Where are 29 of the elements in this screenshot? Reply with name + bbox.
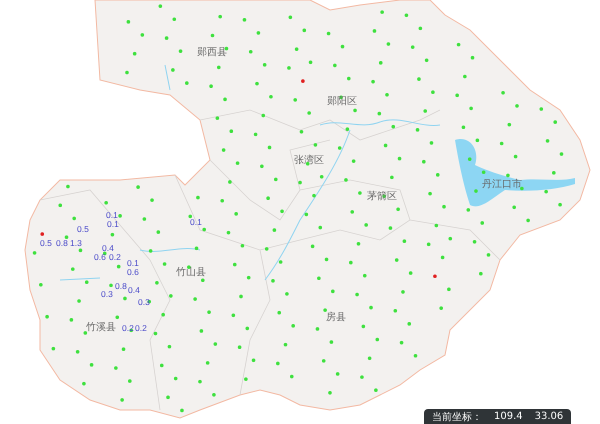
place-label: 郧阳区 [327,96,357,107]
place-label: 竹溪县 [86,322,116,333]
value-label: 0.6 [127,267,139,277]
longitude-value: 109.4 [494,411,523,422]
value-label: 0.2 [122,323,134,333]
place-label: 竹山县 [176,267,206,278]
place-label: 丹江口市 [482,179,522,190]
value-label: 0.4 [128,285,140,295]
value-label: 1.3 [70,238,82,248]
value-label: 0.2 [135,323,147,333]
place-label: 房县 [326,312,346,323]
value-label: 0.8 [115,281,127,291]
value-label: 0.1 [190,217,202,227]
value-label: 0.1 [107,219,119,229]
value-label: 0.3 [101,289,113,299]
value-label: 0.2 [109,252,121,262]
value-label: 0.4 [102,243,114,253]
place-label: 张湾区 [294,155,324,166]
value-label: 0.1 [106,210,118,220]
coordinate-label: 当前坐标： [432,410,482,424]
value-label: 0.1 [127,258,139,268]
value-label: 0.8 [56,238,68,248]
value-label: 0.5 [77,224,89,234]
value-label: 0.6 [94,252,106,262]
value-label: 0.5 [40,238,52,248]
place-label: 郧西县 [197,47,227,58]
place-label: 茅箭区 [367,191,397,202]
latitude-value: 33.06 [534,411,564,422]
value-label: 0.3 [138,297,150,307]
